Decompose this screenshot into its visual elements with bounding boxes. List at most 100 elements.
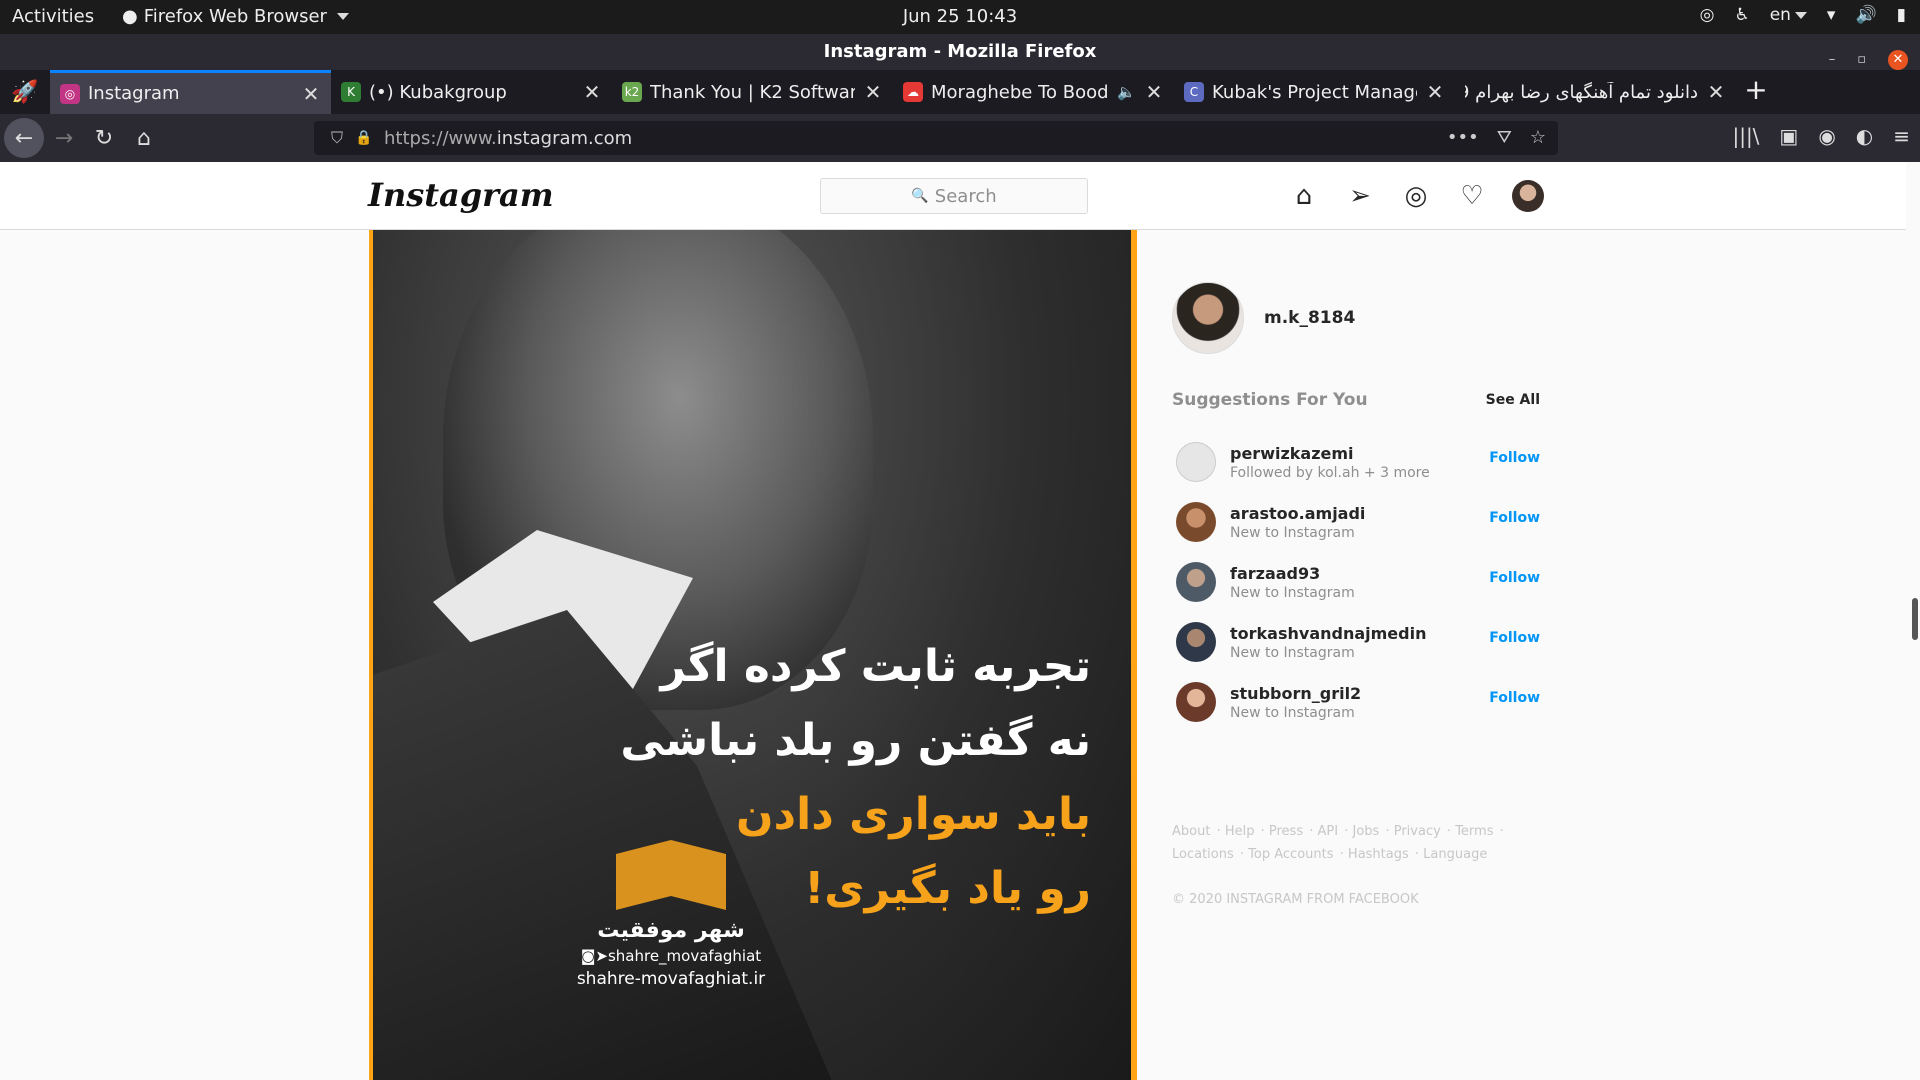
page-actions-icon[interactable]: ••• [1447,127,1479,148]
avatar[interactable] [1176,442,1216,482]
see-all-link[interactable]: See All [1486,392,1540,410]
new-tab-button[interactable]: + [1736,70,1776,114]
instagram-logo[interactable]: Instagram [368,176,554,214]
lock-icon[interactable]: 🔒 [352,130,376,146]
close-icon[interactable]: ✕ [1425,80,1445,104]
close-icon[interactable]: ✕ [582,80,602,104]
home-icon: ⌂ [137,125,151,151]
suggestions-header: Suggestions For You See All [1172,390,1540,410]
forward-button[interactable]: → [44,118,84,158]
url-bar[interactable]: ⛉ 🔒 https://www.instagram.com ••• ⛛ ☆ [314,121,1558,155]
soundcloud-favicon-icon: ☁ [903,82,923,102]
profile-avatar[interactable] [1512,180,1544,212]
speaker-icon[interactable]: 🔈 [1117,83,1136,101]
pinned-tab[interactable]: 🚀 [0,70,50,114]
direct-message-icon[interactable]: ➢ [1344,180,1376,212]
footer-links: About · Help · Press · API · Jobs · Priv… [1172,824,1504,862]
system-tray[interactable]: ◎ ♿ en ▾ 🔊 ▮ [1700,5,1906,25]
footer-link[interactable]: Top Accounts [1248,847,1333,862]
tab-moraghebe[interactable]: ☁ Moraghebe To Boodam 🔈 ✕ [893,70,1174,114]
scrollbar[interactable] [1906,230,1920,1080]
footer-link[interactable]: Hashtags [1348,847,1409,862]
extension-icon[interactable]: ◐ [1856,124,1873,148]
account-icon[interactable]: ◉ [1818,124,1835,148]
tab-kubak-project-manager[interactable]: C Kubak's Project Manager ✕ [1174,70,1455,114]
volume-icon[interactable]: 🔊 [1855,5,1876,25]
close-window-button[interactable]: ✕ [1888,50,1908,70]
close-icon[interactable]: ✕ [1706,80,1726,104]
tracking-shield-icon[interactable]: ⛉ [322,128,352,148]
url-text[interactable]: https://www.instagram.com [384,128,632,149]
activity-heart-icon[interactable]: ♡ [1456,180,1488,212]
suggestion-username[interactable]: perwizkazemi [1230,444,1430,463]
tab-k2-software[interactable]: k2 Thank You | K2 Software ✕ [612,70,893,114]
follow-button[interactable]: Follow [1489,450,1540,466]
follow-button[interactable]: Follow [1489,690,1540,706]
tab-label: Moraghebe To Boodam [931,81,1109,103]
footer-link[interactable]: About [1172,824,1210,839]
home-icon[interactable]: ⌂ [1288,180,1320,212]
suggestion-username[interactable]: arastoo.amjadi [1230,504,1365,523]
footer-link[interactable]: Privacy [1394,824,1441,839]
chevron-down-icon [1794,11,1807,19]
feed-post-image[interactable]: تجربه ثابت کرده اگر نه گفتن رو بلد نباشی… [369,230,1137,1080]
copyright: © 2020 INSTAGRAM FROM FACEBOOK [1172,892,1419,907]
pocket-icon[interactable]: ⛛ [1497,127,1512,148]
library-icon[interactable]: |||\ [1732,124,1759,148]
footer-link[interactable]: API [1318,824,1339,839]
network-icon[interactable]: ▾ [1827,5,1836,25]
navigation-toolbar: ← → ↻ ⌂ ⛉ 🔒 https://www.instagram.com ••… [0,114,1920,162]
accessibility-icon[interactable]: ♿ [1734,5,1749,25]
suggestion-item: farzaad93 New to Instagram Follow [1176,552,1540,612]
suggestion-username[interactable]: torkashvandnajmedin [1230,624,1426,643]
footer-link[interactable]: Press [1269,824,1303,839]
follow-button[interactable]: Follow [1489,630,1540,646]
language-indicator[interactable]: en [1770,5,1807,25]
tab-label: (•) Kubakgroup [369,81,507,103]
suggestion-username[interactable]: farzaad93 [1230,564,1355,583]
tab-persian-music[interactable]: دانلود تمام آهنگهای رضا بهرام 9 ✕ [1455,70,1736,114]
system-top-bar: Activities ● Firefox Web Browser Jun 25 … [0,0,1920,34]
scrollbar-thumb[interactable] [1912,598,1918,640]
suggestion-username[interactable]: stubborn_gril2 [1230,684,1361,703]
suggestion-item: torkashvandnajmedin New to Instagram Foll… [1176,612,1540,672]
explore-compass-icon[interactable]: ◎ [1400,180,1432,212]
tab-kubakgroup[interactable]: K (•) Kubakgroup ✕ [331,70,612,114]
tab-label: دانلود تمام آهنگهای رضا بهرام 9 [1465,81,1698,103]
sidebar-toggle-icon[interactable]: ▣ [1779,124,1798,148]
tab-label: Thank You | K2 Software [650,81,855,103]
close-icon[interactable]: ✕ [1144,80,1164,104]
footer-link[interactable]: Jobs [1353,824,1380,839]
avatar[interactable] [1172,282,1244,354]
post-photo: تجربه ثابت کرده اگر نه گفتن رو بلد نباشی… [373,230,1131,1080]
avatar[interactable] [1176,622,1216,662]
follow-button[interactable]: Follow [1489,510,1540,526]
current-username[interactable]: m.k_8184 [1264,308,1355,328]
hamburger-menu-icon[interactable]: ≡ [1893,124,1910,148]
avatar[interactable] [1176,682,1216,722]
home-button[interactable]: ⌂ [124,118,164,158]
footer-link[interactable]: Help [1225,824,1255,839]
footer-link[interactable]: Locations [1172,847,1234,862]
search-input[interactable]: 🔍 Search [820,178,1088,214]
search-placeholder: Search [934,185,997,207]
suggestion-subtitle: New to Instagram [1230,644,1355,661]
bookmark-star-icon[interactable]: ☆ [1530,127,1546,148]
tab-instagram[interactable]: ◎ Instagram ✕ [50,70,331,114]
follow-button[interactable]: Follow [1489,570,1540,586]
whatsapp-icon[interactable]: ◎ [1700,5,1715,25]
back-button[interactable]: ← [4,118,44,158]
avatar[interactable] [1176,502,1216,542]
avatar[interactable] [1176,562,1216,602]
brand-site: shahre-movafaghiat.ir [576,969,766,989]
quote-line: نه گفتن رو بلد نباشی [620,715,1091,766]
battery-icon[interactable]: ▮ [1897,5,1906,25]
suggestion-item: arastoo.amjadi New to Instagram Follow [1176,492,1540,552]
footer-link[interactable]: Terms [1455,824,1493,839]
reload-button[interactable]: ↻ [84,118,124,158]
close-icon[interactable]: ✕ [863,80,883,104]
close-icon[interactable]: ✕ [301,82,321,106]
clock[interactable]: Jun 25 10:43 [0,6,1920,27]
footer-link[interactable]: Language [1423,847,1487,862]
search-icon: 🔍 [911,188,929,204]
